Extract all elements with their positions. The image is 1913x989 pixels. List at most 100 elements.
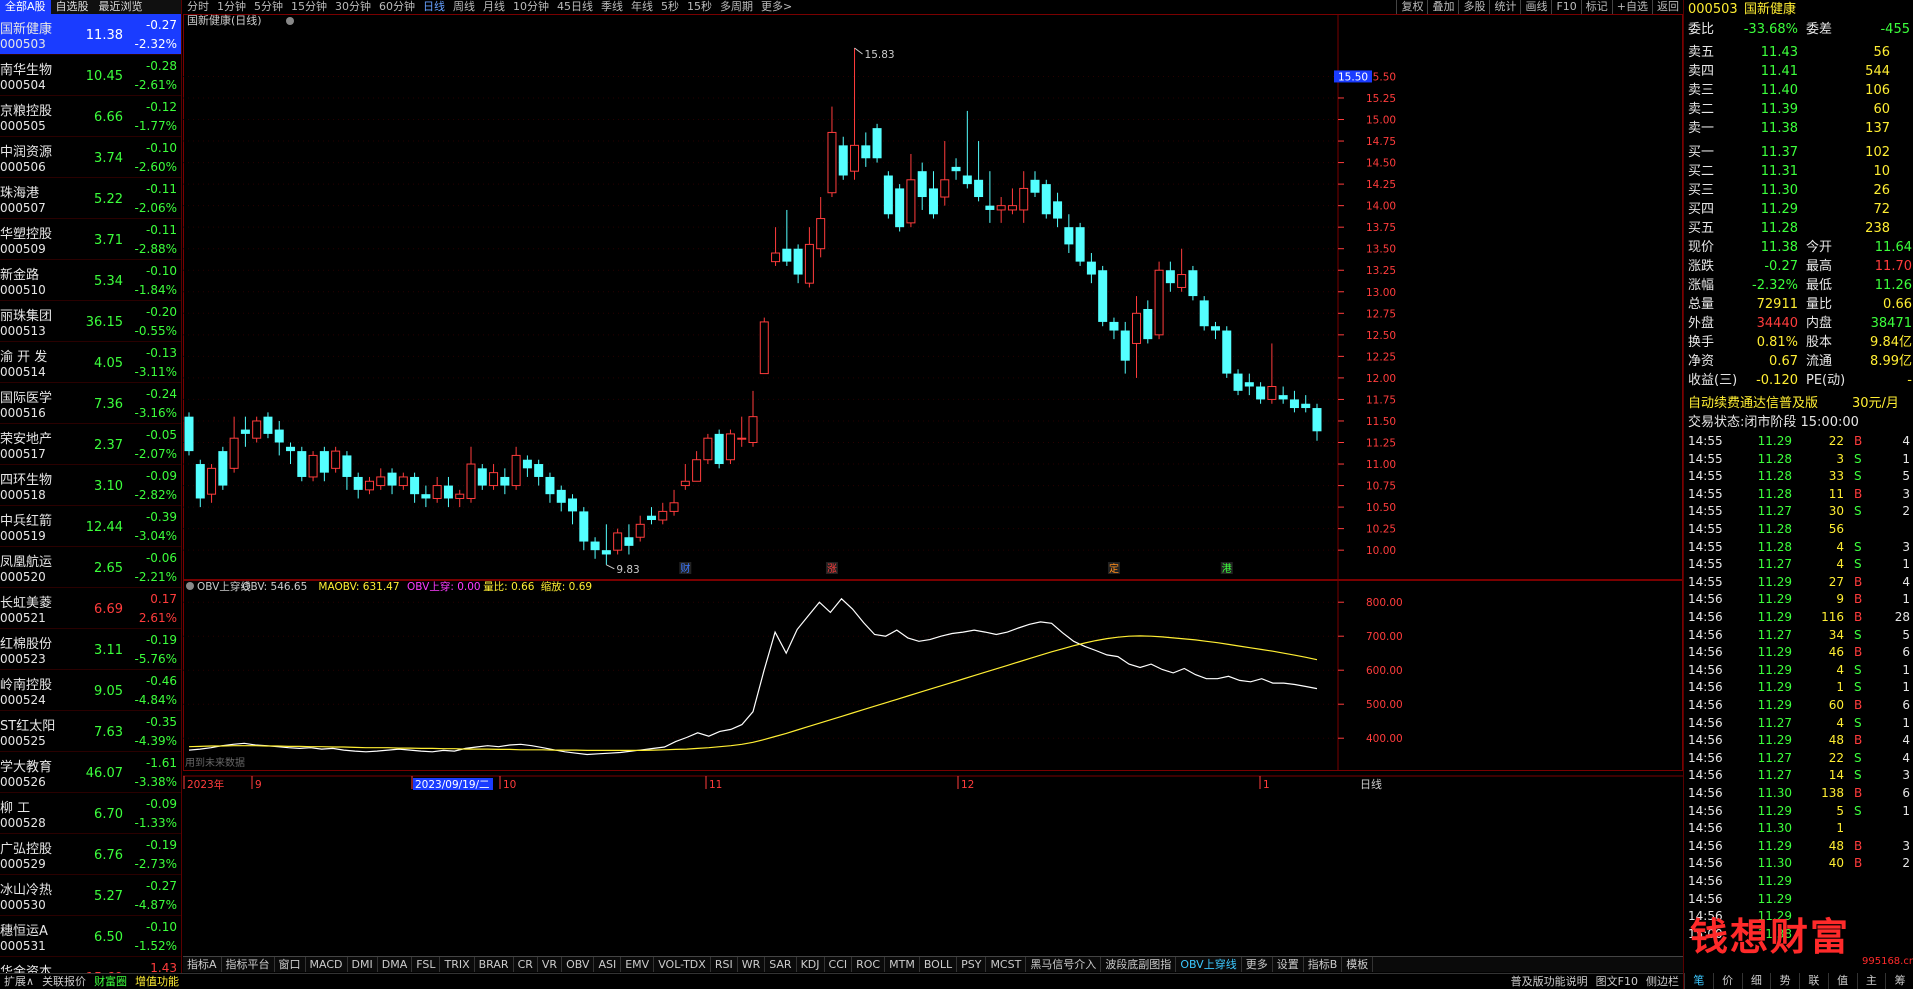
stock-row[interactable]: 中润资源 000506 3.74 -0.10 -2.60% [0, 137, 181, 178]
quote-tab[interactable]: 主 [1856, 973, 1886, 989]
quote-tab[interactable]: 势 [1770, 973, 1799, 989]
stock-row[interactable]: 丽珠集团 000513 36.15 -0.20 -0.55% [0, 301, 181, 342]
indicator-tab[interactable]: VOL-TDX [654, 957, 711, 972]
period-button[interactable]: 月线 [479, 0, 509, 14]
status-item[interactable]: 关联报价 [38, 974, 90, 989]
settings-icon[interactable] [286, 17, 294, 25]
stock-row[interactable]: 穗恒运A 000531 6.50 -0.10 -1.52% [0, 916, 181, 957]
function-button[interactable]: 画线 [1520, 0, 1551, 14]
indicator-tab[interactable]: 窗口 [275, 957, 306, 972]
stock-row[interactable]: 岭南控股 000524 9.05 -0.46 -4.84% [0, 670, 181, 711]
period-button[interactable]: 30分钟 [331, 0, 375, 14]
indicator-tab[interactable]: 更多 [1242, 957, 1273, 972]
stock-row[interactable]: 珠海港 000507 5.22 -0.11 -2.06% [0, 178, 181, 219]
period-button[interactable]: 60分钟 [375, 0, 419, 14]
indicator-tab[interactable]: 模板 [1342, 957, 1374, 972]
indicator-tab[interactable]: SAR [765, 957, 797, 972]
indicator-tab[interactable]: MCST [986, 957, 1027, 972]
period-button[interactable]: 5分钟 [250, 0, 287, 14]
indicator-tab[interactable]: ASI [594, 957, 622, 972]
stock-row[interactable]: 凤凰航运 000520 2.65 -0.06 -2.21% [0, 547, 181, 588]
period-button[interactable]: 10分钟 [509, 0, 553, 14]
stock-row[interactable]: ST红太阳 000525 7.63 -0.35 -4.39% [0, 711, 181, 752]
indicator-tab[interactable]: OBV [562, 957, 595, 972]
status-item[interactable]: 财富圈 [90, 974, 131, 989]
status-item[interactable]: 图文F10 [1592, 974, 1642, 989]
indicator-tab[interactable]: EMV [621, 957, 655, 972]
stock-row[interactable]: 四环生物 000518 3.10 -0.09 -2.82% [0, 465, 181, 506]
indicator-tab[interactable]: BOLL [920, 957, 958, 972]
indicator-tab[interactable]: 波段底副图指 [1101, 957, 1177, 972]
period-button[interactable]: 季线 [597, 0, 627, 14]
period-button[interactable]: 15秒 [683, 0, 716, 14]
function-button[interactable]: 返回 [1652, 0, 1683, 14]
status-item[interactable]: 侧边栏 [1642, 974, 1683, 989]
indicator-tab[interactable]: MACD [306, 957, 348, 972]
stock-list-tab[interactable]: 全部A股 [0, 0, 51, 14]
stock-row[interactable]: 红棉股份 000523 3.11 -0.19 -5.76% [0, 629, 181, 670]
period-button[interactable]: 年线 [627, 0, 657, 14]
stock-row[interactable]: 中兵红箭 000519 12.44 -0.39 -3.04% [0, 506, 181, 547]
indicator-tab[interactable]: KDJ [797, 957, 825, 972]
quote-tab[interactable]: 筹 [1885, 973, 1913, 989]
indicator-tab[interactable]: TRIX [440, 957, 475, 972]
indicator-tab[interactable]: VR [538, 957, 563, 972]
indicator-tab[interactable]: CCI [825, 957, 853, 972]
period-button[interactable]: 45日线 [553, 0, 597, 14]
period-button[interactable]: 多周期 [716, 0, 757, 14]
indicator-tab[interactable]: FSL [412, 957, 441, 972]
indicator-tab[interactable]: MTM [885, 957, 920, 972]
stock-row[interactable]: 长虹美菱 000521 6.69 0.17 2.61% [0, 588, 181, 629]
stock-list-tab[interactable]: 自选股 [51, 0, 94, 14]
chart-area[interactable]: 国新健康(日线)10.0010.2510.5010.7511.0011.2511… [183, 14, 1683, 956]
stock-row[interactable]: 渝 开 发 000514 4.05 -0.13 -3.11% [0, 342, 181, 383]
quote-tab[interactable]: 价 [1712, 973, 1742, 989]
stock-row[interactable]: 冰山冷热 000530 5.27 -0.27 -4.87% [0, 875, 181, 916]
stock-row[interactable]: 华塑控股 000509 3.71 -0.11 -2.88% [0, 219, 181, 260]
stock-row[interactable]: 新金路 000510 5.34 -0.10 -1.84% [0, 260, 181, 301]
indicator-tab[interactable]: RSI [711, 957, 738, 972]
event-marker[interactable]: 财 [680, 562, 690, 575]
period-button[interactable]: 周线 [449, 0, 479, 14]
function-button[interactable]: +自选 [1611, 0, 1652, 14]
function-button[interactable]: 标记 [1580, 0, 1612, 14]
indicator-tab[interactable]: PSY [957, 957, 987, 972]
indicator-tab[interactable]: 指标A [183, 957, 222, 972]
quote-tab[interactable]: 值 [1827, 973, 1857, 989]
stock-row[interactable]: 广弘控股 000529 6.76 -0.19 -2.73% [0, 834, 181, 875]
stock-row[interactable]: 国际医学 000516 7.36 -0.24 -3.16% [0, 383, 181, 424]
indicator-tab[interactable]: OBV上穿线 [1176, 957, 1242, 972]
indicator-tab[interactable]: 黑马信号介入 [1026, 957, 1102, 972]
period-button[interactable]: 5秒 [657, 0, 683, 14]
stock-list-tab[interactable]: 最近浏览 [94, 0, 148, 14]
indicator-tab[interactable]: 指标B [1304, 957, 1343, 972]
period-button[interactable]: 1分钟 [213, 0, 250, 14]
quote-tab[interactable]: 笔 [1684, 973, 1713, 989]
function-button[interactable]: 多股 [1458, 0, 1489, 14]
stock-row[interactable]: 荣安地产 000517 2.37 -0.05 -2.07% [0, 424, 181, 465]
stock-row[interactable]: 京粮控股 000505 6.66 -0.12 -1.77% [0, 96, 181, 137]
status-item[interactable]: 普及版功能说明 [1507, 974, 1592, 989]
quote-tab[interactable]: 联 [1799, 973, 1828, 989]
indicator-tab[interactable]: 设置 [1273, 957, 1304, 972]
indicator-tab[interactable]: CR [514, 957, 538, 972]
indicator-tab[interactable]: 指标平台 [222, 957, 275, 972]
status-item[interactable]: 扩展∧ [0, 974, 38, 989]
period-button[interactable]: 15分钟 [287, 0, 331, 14]
function-button[interactable]: 复权 [1396, 0, 1427, 14]
period-button[interactable]: 分时 [183, 0, 213, 14]
stock-row[interactable]: 南华生物 000504 10.45 -0.28 -2.61% [0, 55, 181, 96]
period-button[interactable]: 日线 [419, 0, 449, 14]
function-button[interactable]: 叠加 [1427, 0, 1458, 14]
stock-row[interactable]: 柳 工 000528 6.70 -0.09 -1.33% [0, 793, 181, 834]
event-marker[interactable]: 定 [1109, 562, 1119, 575]
event-marker[interactable]: 港 [1222, 563, 1232, 575]
function-button[interactable]: 统计 [1489, 0, 1520, 14]
indicator-tab[interactable]: DMI [348, 957, 378, 972]
period-button[interactable]: 更多> [757, 0, 796, 14]
function-button[interactable]: F10 [1551, 0, 1580, 14]
stock-row[interactable]: 国新健康 000503 11.38 -0.27 -2.32% [0, 14, 181, 55]
stock-row[interactable]: 学大教育 000526 46.07 -1.61 -3.38% [0, 752, 181, 793]
indicator-settings-icon[interactable] [186, 582, 194, 590]
indicator-tab[interactable]: DMA [378, 957, 413, 972]
